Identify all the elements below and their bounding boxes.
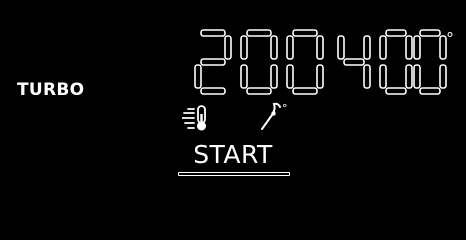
- segment-b: [270, 35, 278, 60]
- time-readout: [194, 29, 324, 95]
- segment-b: [224, 35, 232, 60]
- fan-thermometer-icon: [181, 104, 216, 136]
- degree-symbol: °: [446, 29, 454, 48]
- segment-d: [200, 87, 226, 95]
- meat-probe-icon: °: [258, 100, 298, 136]
- segment-e: [240, 64, 248, 89]
- segment-f: [337, 35, 345, 60]
- segment-d: [246, 87, 272, 95]
- segment-d: [292, 87, 318, 95]
- segment-g: [200, 58, 226, 66]
- segment-e: [194, 64, 202, 89]
- segment-d: [385, 87, 407, 95]
- segment-e: [413, 64, 421, 89]
- segment-g: [343, 58, 365, 66]
- segment-b: [405, 35, 413, 60]
- segment-c: [363, 64, 371, 89]
- segment-f: [413, 35, 421, 60]
- segment-display: ° 200 400: [0, 0, 466, 110]
- segment-c: [405, 64, 413, 89]
- segment-b: [363, 35, 371, 60]
- oven-display-screen: TURBO ° 200 400: [0, 0, 466, 240]
- segment-a: [200, 29, 226, 37]
- segment-a: [246, 29, 272, 37]
- svg-text:°: °: [282, 102, 288, 115]
- segment-a: [385, 29, 407, 37]
- segment-e: [286, 64, 294, 89]
- segment-a: [419, 29, 441, 37]
- segment-c: [316, 64, 324, 89]
- segment-d: [419, 87, 441, 95]
- segment-f: [240, 35, 248, 60]
- start-button-label: START: [193, 140, 273, 169]
- segment-display-svg: °: [194, 29, 454, 95]
- segment-f: [379, 35, 387, 60]
- start-button-underline: [178, 172, 290, 176]
- segment-b: [316, 35, 324, 60]
- segment-c: [439, 64, 447, 89]
- segment-c: [270, 64, 278, 89]
- start-button[interactable]: START: [178, 140, 296, 182]
- temperature-readout: [337, 29, 447, 95]
- segment-e: [379, 64, 387, 89]
- segment-f: [286, 35, 294, 60]
- segment-a: [292, 29, 318, 37]
